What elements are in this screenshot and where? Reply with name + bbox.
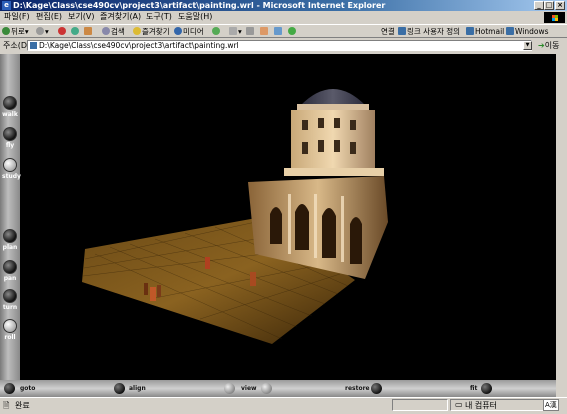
vrml-scene[interactable] (0, 54, 556, 380)
star-icon (133, 27, 141, 35)
menu-tools[interactable]: 도구(T) (146, 11, 172, 23)
minimize-button[interactable]: _ (534, 1, 544, 10)
vrml-bottom-controls: goto align view restore fit (0, 380, 567, 397)
menu-help[interactable]: 도움말(H) (178, 11, 212, 23)
turn-icon (3, 289, 17, 303)
restore-icon (371, 383, 382, 394)
roll-icon (3, 319, 17, 333)
status-text: 완료 (15, 401, 30, 410)
align-icon (114, 383, 125, 394)
study-control[interactable]: study (2, 158, 21, 180)
media-button[interactable]: 미디어 (174, 26, 204, 37)
address-dropdown-button[interactable]: ▼ (523, 41, 532, 50)
favorites-button[interactable]: 즐겨찾기 (133, 26, 170, 37)
menu-view[interactable]: 보기(V) (68, 11, 94, 23)
rotunda-building (248, 89, 388, 279)
goto-control[interactable]: goto (4, 383, 44, 395)
fit-control[interactable]: fit (470, 383, 500, 395)
go-arrow-icon: ➔ (538, 41, 545, 50)
messenger-icon (288, 27, 296, 35)
walk-control[interactable]: walk (2, 96, 18, 118)
window-title: D:\Kage\Class\cse490cv\project3\artifact… (13, 1, 386, 10)
computer-icon: ▭ (455, 400, 463, 409)
address-input[interactable]: D:\Kage\Class\cse490cv\project3\artifact… (27, 40, 532, 51)
edit-icon (260, 27, 268, 35)
mail-icon (229, 27, 237, 35)
fly-icon (3, 127, 17, 141)
link-hotmail[interactable]: Hotmail (466, 26, 504, 37)
status-panel-1 (392, 399, 448, 411)
home-button[interactable] (84, 26, 93, 37)
turn-control[interactable]: turn (2, 289, 18, 311)
fit-icon (481, 383, 492, 394)
restore-control[interactable]: restore (345, 383, 385, 395)
windows-logo-icon (544, 12, 565, 23)
discuss-icon (274, 27, 282, 35)
plan-control[interactable]: plan (2, 229, 18, 251)
menu-favorites[interactable]: 즐겨찾기(A) (100, 11, 141, 23)
discuss-button[interactable] (274, 26, 283, 37)
maximize-button[interactable]: □ (544, 1, 554, 10)
standard-toolbar: 뒤로▾ ▾ 검색 즐겨찾기 미디어 ▾ 연결 링크 사용자 정의 Hotmail… (0, 24, 567, 38)
print-button[interactable] (246, 26, 255, 37)
link-customize[interactable]: 링크 사용자 정의 (398, 26, 460, 37)
next-view-icon (261, 383, 272, 394)
page-icon (466, 27, 474, 35)
page-icon (398, 27, 406, 35)
link-windows[interactable]: Windows (506, 26, 548, 37)
align-control[interactable]: align (114, 383, 154, 395)
page-icon (30, 42, 37, 49)
ie-icon[interactable]: e (2, 1, 11, 10)
status-zone-text: 내 컴퓨터 (465, 401, 497, 410)
forward-button[interactable]: ▾ (36, 26, 49, 37)
home-icon (84, 27, 92, 35)
title-bar: e D:\Kage\Class\cse490cv\project3\artifa… (0, 0, 567, 11)
page-icon (506, 27, 514, 35)
edit-button[interactable] (260, 26, 269, 37)
prev-view-icon (224, 383, 235, 394)
menu-file[interactable]: 파일(F) (4, 11, 30, 23)
address-bar: 주소(D) D:\Kage\Class\cse490cv\project3\ar… (0, 38, 567, 53)
address-value: D:\Kage\Class\cse490cv\project3\artifact… (39, 41, 239, 50)
stop-icon (58, 27, 66, 35)
vertical-scrollbar[interactable] (556, 54, 567, 397)
history-button[interactable] (212, 26, 221, 37)
status-bar: 🗎 완료 ▭ 내 컴퓨터 A漢 (0, 397, 567, 413)
search-icon (102, 27, 110, 35)
media-icon (174, 27, 182, 35)
mail-button[interactable]: ▾ (229, 26, 242, 37)
menu-edit[interactable]: 편집(E) (36, 11, 62, 23)
menu-bar: 파일(F) 편집(E) 보기(V) 즐겨찾기(A) 도구(T) 도움말(H) (0, 11, 567, 23)
close-button[interactable]: × (555, 1, 565, 10)
go-button[interactable]: ➔이동 (538, 40, 559, 51)
study-icon (3, 158, 17, 172)
search-button[interactable]: 검색 (102, 26, 125, 37)
stop-button[interactable] (58, 26, 67, 37)
fly-control[interactable]: fly (2, 127, 18, 149)
refresh-button[interactable] (71, 26, 80, 37)
forward-arrow-icon (36, 27, 44, 35)
ime-indicator[interactable]: A漢 (543, 399, 559, 411)
goto-icon (4, 383, 15, 394)
messenger-button[interactable] (288, 26, 297, 37)
view-control[interactable]: view (224, 383, 274, 395)
status-zone-panel: ▭ 내 컴퓨터 (450, 399, 550, 411)
vrml-viewport[interactable] (0, 54, 567, 397)
pan-control[interactable]: pan (2, 260, 18, 282)
back-button[interactable]: 뒤로▾ (2, 26, 29, 37)
refresh-icon (71, 27, 79, 35)
pan-icon (3, 260, 17, 274)
walk-icon (3, 96, 17, 110)
print-icon (246, 27, 254, 35)
back-arrow-icon (2, 27, 10, 35)
roll-control[interactable]: roll (2, 319, 18, 341)
links-label: 연결 (381, 27, 395, 36)
plan-icon (3, 229, 17, 243)
history-icon (212, 27, 220, 35)
vrml-left-controls: walk fly study plan pan turn roll (0, 54, 21, 380)
